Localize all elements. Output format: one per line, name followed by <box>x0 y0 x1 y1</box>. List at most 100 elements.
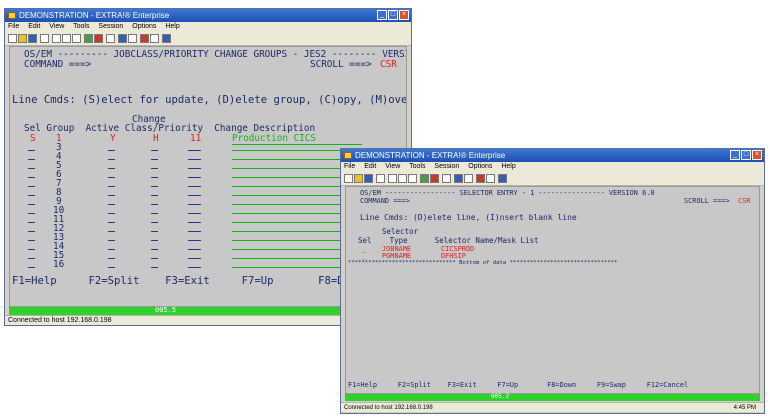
row-active-field[interactable] <box>108 186 115 187</box>
close-button[interactable]: × <box>752 150 762 160</box>
row-prio-field[interactable] <box>188 240 201 241</box>
window-title-bar[interactable]: DEMONSTRATION - EXTRA!® Enterprise _ □ × <box>341 149 764 162</box>
row-cls-field[interactable] <box>151 249 158 250</box>
record-icon[interactable] <box>118 34 127 43</box>
help-icon[interactable] <box>162 34 171 43</box>
row-cls-field[interactable] <box>151 195 158 196</box>
maximize-button[interactable]: □ <box>388 10 398 20</box>
row-active-field[interactable] <box>108 204 115 205</box>
description-field-underline[interactable] <box>232 144 362 145</box>
disconnect-icon[interactable] <box>430 174 439 183</box>
row-prio-field[interactable] <box>188 150 201 151</box>
row-sel[interactable]: S <box>30 133 36 144</box>
row-prio-field[interactable] <box>188 204 201 205</box>
settings-icon[interactable] <box>150 34 159 43</box>
paste-icon[interactable] <box>72 34 81 43</box>
row-sel-field[interactable] <box>28 186 35 187</box>
menu-file[interactable]: File <box>344 163 355 170</box>
row-sel-field[interactable] <box>28 258 35 259</box>
row-prio-field[interactable] <box>188 159 201 160</box>
row-prio-field[interactable] <box>188 267 201 268</box>
menu-help[interactable]: Help <box>165 23 179 30</box>
row-active-field[interactable] <box>108 222 115 223</box>
menu-options[interactable]: Options <box>132 23 156 30</box>
row-prio-field[interactable] <box>188 231 201 232</box>
menu-view[interactable]: View <box>385 163 400 170</box>
row-cls-field[interactable] <box>151 177 158 178</box>
save-icon[interactable] <box>364 174 373 183</box>
menu-edit[interactable]: Edit <box>364 163 376 170</box>
row-sel-field[interactable] <box>28 222 35 223</box>
row-sel-field[interactable] <box>28 168 35 169</box>
row-active-field[interactable] <box>108 150 115 151</box>
row-active-field[interactable] <box>108 177 115 178</box>
row-active-field[interactable] <box>108 195 115 196</box>
row-active-field[interactable] <box>108 249 115 250</box>
open-icon[interactable] <box>354 174 363 183</box>
row-active-field[interactable] <box>108 168 115 169</box>
keyboard-icon[interactable] <box>476 174 485 183</box>
macro-icon[interactable] <box>106 34 115 43</box>
row-cls-field[interactable] <box>151 267 158 268</box>
new-session-icon[interactable] <box>344 174 353 183</box>
connect-icon[interactable] <box>84 34 93 43</box>
new-session-icon[interactable] <box>8 34 17 43</box>
window-title-bar[interactable]: DEMONSTRATION - EXTRA!® Enterprise _ □ × <box>5 9 411 22</box>
row-description[interactable]: Production CICS <box>232 133 316 144</box>
close-button[interactable]: × <box>399 10 409 20</box>
row-active-field[interactable] <box>108 213 115 214</box>
help-icon[interactable] <box>498 174 507 183</box>
row-active-field[interactable] <box>108 231 115 232</box>
row-class[interactable]: H <box>153 133 159 144</box>
cut-icon[interactable] <box>388 174 397 183</box>
row-cls-field[interactable] <box>151 213 158 214</box>
settings-icon[interactable] <box>486 174 495 183</box>
row-sel-field[interactable] <box>28 267 35 268</box>
save-icon[interactable] <box>28 34 37 43</box>
menu-file[interactable]: File <box>8 23 19 30</box>
menu-session[interactable]: Session <box>98 23 123 30</box>
row-active-field[interactable] <box>108 159 115 160</box>
keyboard-icon[interactable] <box>140 34 149 43</box>
menu-options[interactable]: Options <box>468 163 492 170</box>
scroll-value[interactable]: CSR <box>738 197 750 205</box>
row-sel-field[interactable] <box>28 177 35 178</box>
row-cls-field[interactable] <box>151 159 158 160</box>
row-cls-field[interactable] <box>151 150 158 151</box>
minimize-button[interactable]: _ <box>730 150 740 160</box>
copy-icon[interactable] <box>398 174 407 183</box>
row-sel-field[interactable] <box>28 249 35 250</box>
row-active-field[interactable] <box>108 267 115 268</box>
menu-edit[interactable]: Edit <box>28 23 40 30</box>
row-sel-field[interactable] <box>28 204 35 205</box>
scroll-value[interactable]: CSR <box>380 59 397 70</box>
menu-session[interactable]: Session <box>434 163 459 170</box>
row-sel-field[interactable] <box>28 195 35 196</box>
menu-tools[interactable]: Tools <box>409 163 425 170</box>
row-cls-field[interactable] <box>151 204 158 205</box>
cut-icon[interactable] <box>52 34 61 43</box>
paste-icon[interactable] <box>408 174 417 183</box>
row-cls-field[interactable] <box>151 186 158 187</box>
row-active-field[interactable] <box>108 240 115 241</box>
row-sel-field[interactable] <box>28 213 35 214</box>
row-cls-field[interactable] <box>151 231 158 232</box>
row-sel-field[interactable] <box>28 231 35 232</box>
menu-help[interactable]: Help <box>501 163 515 170</box>
row-active-field[interactable] <box>108 258 115 259</box>
maximize-button[interactable]: □ <box>741 150 751 160</box>
row-sel-field[interactable] <box>28 240 35 241</box>
minimize-button[interactable]: _ <box>377 10 387 20</box>
row-prio-field[interactable] <box>188 222 201 223</box>
row-type[interactable]: PGMNAME <box>382 252 411 260</box>
print-icon[interactable] <box>40 34 49 43</box>
transfer-icon[interactable] <box>464 174 473 183</box>
row-prio-field[interactable] <box>188 249 201 250</box>
row-sel[interactable]: _ <box>362 252 366 260</box>
row-prio-field[interactable] <box>188 186 201 187</box>
row-active[interactable]: Y <box>110 133 116 144</box>
row-prio-field[interactable] <box>188 195 201 196</box>
open-icon[interactable] <box>18 34 27 43</box>
disconnect-icon[interactable] <box>94 34 103 43</box>
row-cls-field[interactable] <box>151 240 158 241</box>
